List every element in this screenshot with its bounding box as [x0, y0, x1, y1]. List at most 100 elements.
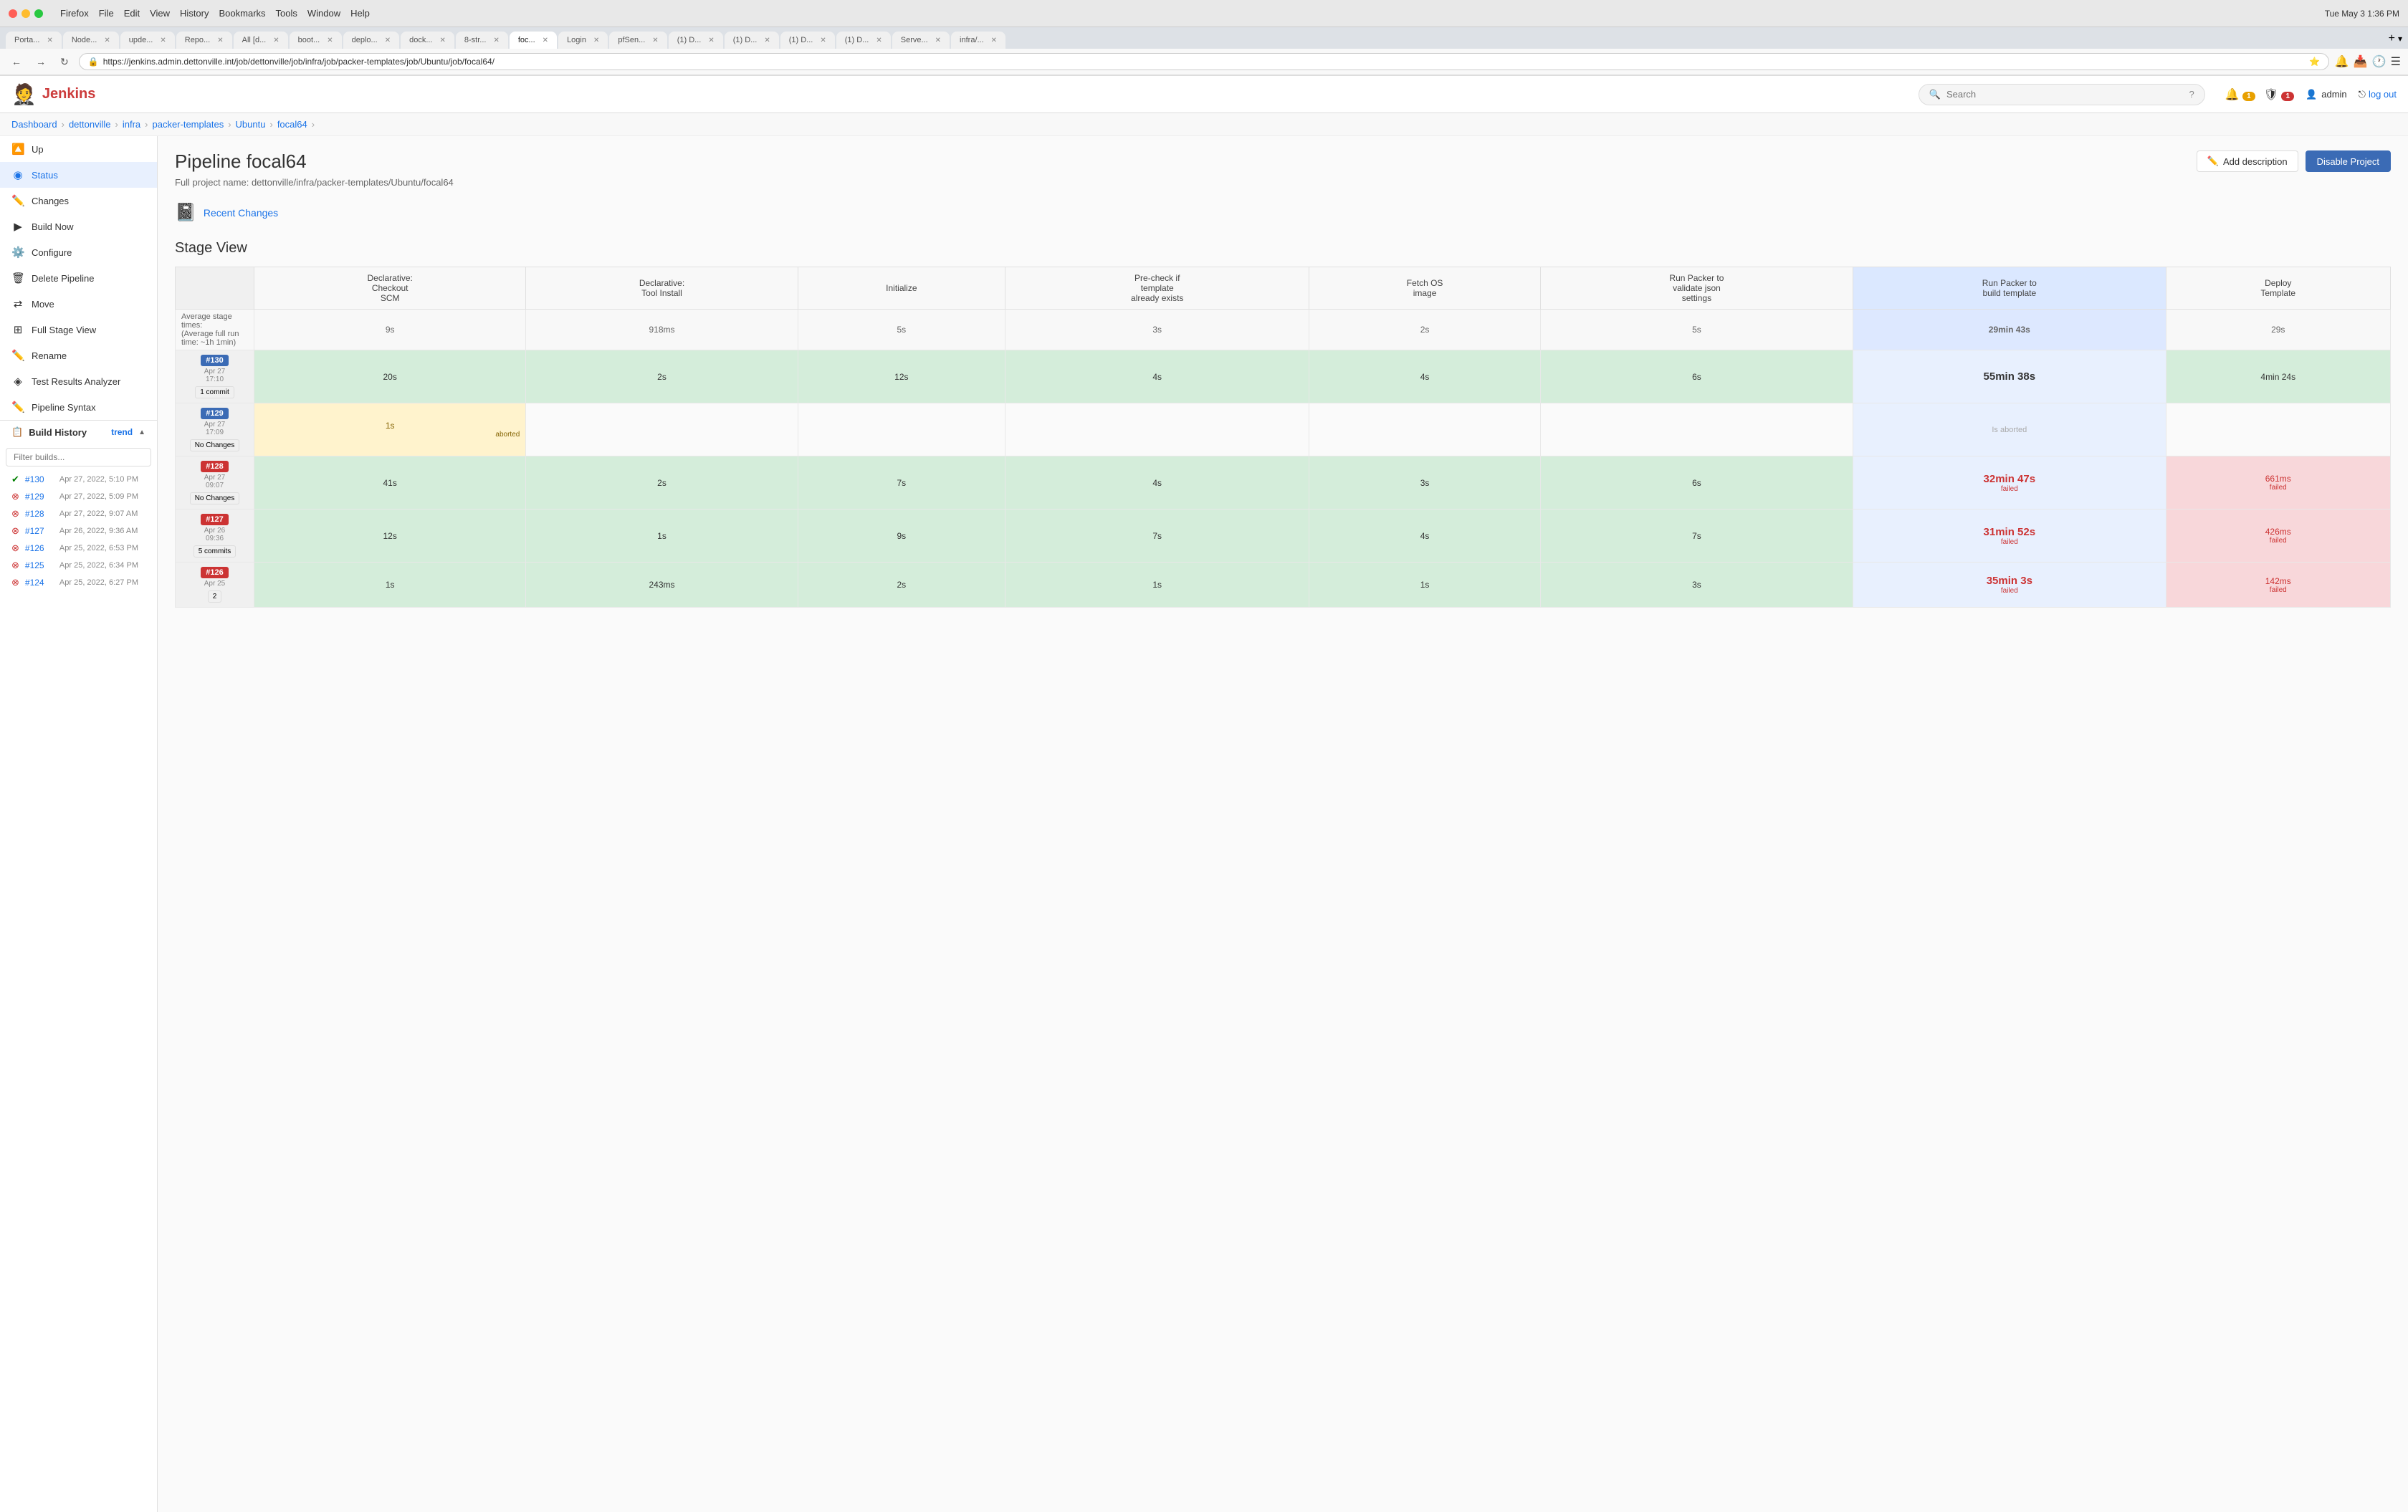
stage-129-0[interactable]: 1s aborted — [254, 403, 526, 456]
stage-127-6[interactable]: 31min 52s failed — [1853, 509, 2166, 563]
build-badge-130[interactable]: #130 — [201, 355, 228, 366]
mac-window-controls[interactable] — [9, 9, 43, 18]
chevron-up-icon[interactable]: ▲ — [138, 429, 145, 436]
stage-127-0[interactable]: 12s — [254, 509, 526, 563]
menu-tools[interactable]: Tools — [276, 8, 297, 19]
extension-icon-3[interactable]: 🕐 — [2372, 54, 2386, 69]
stage-130-2[interactable]: 12s — [798, 350, 1005, 403]
recent-changes-link[interactable]: Recent Changes — [204, 207, 278, 219]
tab-repo[interactable]: Repo...✕ — [176, 32, 232, 49]
stage-128-1[interactable]: 2s — [526, 456, 798, 509]
stage-130-4[interactable]: 4s — [1309, 350, 1540, 403]
menu-bookmarks[interactable]: Bookmarks — [219, 8, 266, 19]
stage-127-3[interactable]: 7s — [1005, 509, 1309, 563]
stage-128-7[interactable]: 661ms failed — [2166, 456, 2391, 509]
tab-8str[interactable]: 8-str...✕ — [456, 32, 508, 49]
commit-btn-130[interactable]: 1 commit — [195, 386, 234, 398]
refresh-button[interactable]: ↻ — [56, 54, 73, 70]
sidebar-item-test-results-analyzer[interactable]: ◈ Test Results Analyzer — [0, 368, 157, 394]
close-btn[interactable] — [9, 9, 17, 18]
sidebar-item-rename[interactable]: ✏️ Rename — [0, 343, 157, 368]
tab-docker[interactable]: dock...✕ — [401, 32, 454, 49]
breadcrumb-infra[interactable]: infra — [123, 119, 140, 130]
sidebar-item-up[interactable]: 🔼 Up — [0, 136, 157, 162]
hamburger-menu[interactable]: ☰ — [2391, 54, 2401, 69]
search-input[interactable] — [1946, 89, 2184, 100]
menu-file[interactable]: File — [99, 8, 114, 19]
tab-dropdown-button[interactable]: ▾ — [2398, 34, 2402, 44]
url-bar[interactable]: 🔒 https://jenkins.admin.dettonville.int/… — [79, 53, 2329, 70]
sidebar-item-pipeline-syntax[interactable]: ✏️ Pipeline Syntax — [0, 394, 157, 420]
menu-help[interactable]: Help — [350, 8, 370, 19]
new-tab-button[interactable]: + — [2389, 32, 2395, 45]
stage-130-3[interactable]: 4s — [1005, 350, 1309, 403]
extension-icon-2[interactable]: 📥 — [2354, 54, 2368, 69]
build-link-124[interactable]: #124 — [25, 578, 54, 588]
menu-history[interactable]: History — [180, 8, 209, 19]
tab-boot[interactable]: boot...✕ — [290, 32, 342, 49]
sidebar-item-configure[interactable]: ⚙️ Configure — [0, 239, 157, 265]
stage-127-1[interactable]: 1s — [526, 509, 798, 563]
breadcrumb-packer-templates[interactable]: packer-templates — [152, 119, 224, 130]
stage-126-5[interactable]: 3s — [1540, 563, 1853, 608]
stage-128-2[interactable]: 7s — [798, 456, 1005, 509]
breadcrumb-dettonville[interactable]: dettonville — [69, 119, 111, 130]
commit-btn-126[interactable]: 2 — [208, 590, 222, 603]
stage-126-6[interactable]: 35min 3s failed — [1853, 563, 2166, 608]
menu-firefox[interactable]: Firefox — [60, 8, 89, 19]
stage-128-4[interactable]: 3s — [1309, 456, 1540, 509]
tab-d1[interactable]: (1) D...✕ — [669, 32, 723, 49]
build-link-127[interactable]: #127 — [25, 526, 54, 536]
add-description-button[interactable]: ✏️ Add description — [2197, 150, 2298, 172]
stage-127-2[interactable]: 9s — [798, 509, 1005, 563]
breadcrumb-ubuntu[interactable]: Ubuntu — [236, 119, 266, 130]
tab-focal-active[interactable]: foc...✕ — [510, 32, 557, 49]
help-icon[interactable]: ? — [2189, 89, 2194, 100]
tab-pfsen[interactable]: pfSen...✕ — [609, 32, 666, 49]
build-link-125[interactable]: #125 — [25, 560, 54, 570]
sidebar-item-build-now[interactable]: ▶ Build Now — [0, 214, 157, 239]
menu-view[interactable]: View — [150, 8, 170, 19]
build-badge-128[interactable]: #128 — [201, 461, 228, 472]
tab-d3[interactable]: (1) D...✕ — [780, 32, 835, 49]
stage-126-0[interactable]: 1s — [254, 563, 526, 608]
build-badge-129[interactable]: #129 — [201, 408, 228, 419]
trend-link[interactable]: trend — [111, 427, 133, 437]
stage-128-0[interactable]: 41s — [254, 456, 526, 509]
stage-127-4[interactable]: 4s — [1309, 509, 1540, 563]
stage-126-7[interactable]: 142ms failed — [2166, 563, 2391, 608]
commit-btn-129[interactable]: No Changes — [190, 439, 240, 451]
stage-130-7[interactable]: 4min 24s — [2166, 350, 2391, 403]
notification-bell-icon[interactable]: 🔔 1 — [2225, 87, 2255, 102]
username[interactable]: admin — [2321, 89, 2346, 100]
build-badge-127[interactable]: #127 — [201, 514, 228, 525]
menu-window[interactable]: Window — [307, 8, 340, 19]
tab-deploy[interactable]: deplo...✕ — [343, 32, 399, 49]
tab-porta[interactable]: Porta...✕ — [6, 32, 62, 49]
stage-126-4[interactable]: 1s — [1309, 563, 1540, 608]
tab-d4[interactable]: (1) D...✕ — [836, 32, 891, 49]
back-button[interactable]: ← — [7, 54, 26, 69]
stage-127-7[interactable]: 426ms failed — [2166, 509, 2391, 563]
menu-edit[interactable]: Edit — [124, 8, 140, 19]
tab-serve[interactable]: Serve...✕ — [892, 32, 950, 49]
logout-button[interactable]: log out — [2369, 89, 2397, 100]
tab-node[interactable]: Node...✕ — [63, 32, 119, 49]
stage-130-6[interactable]: 55min 38s — [1853, 350, 2166, 403]
stage-128-6[interactable]: 32min 47s failed — [1853, 456, 2166, 509]
tab-infra[interactable]: infra/...✕ — [951, 32, 1005, 49]
stage-128-5[interactable]: 6s — [1540, 456, 1853, 509]
build-link-129[interactable]: #129 — [25, 492, 54, 502]
tab-d2[interactable]: (1) D...✕ — [725, 32, 779, 49]
breadcrumb-dashboard[interactable]: Dashboard — [11, 119, 57, 130]
tab-all[interactable]: All [d...✕ — [234, 32, 288, 49]
stage-130-5[interactable]: 6s — [1540, 350, 1853, 403]
stage-126-3[interactable]: 1s — [1005, 563, 1309, 608]
forward-button[interactable]: → — [32, 54, 50, 69]
build-badge-126[interactable]: #126 — [201, 567, 228, 578]
tab-update[interactable]: upde...✕ — [120, 32, 175, 49]
stage-128-3[interactable]: 4s — [1005, 456, 1309, 509]
build-link-126[interactable]: #126 — [25, 543, 54, 553]
build-link-130[interactable]: #130 — [25, 474, 54, 484]
sidebar-item-status[interactable]: ◉ Status — [0, 162, 157, 188]
